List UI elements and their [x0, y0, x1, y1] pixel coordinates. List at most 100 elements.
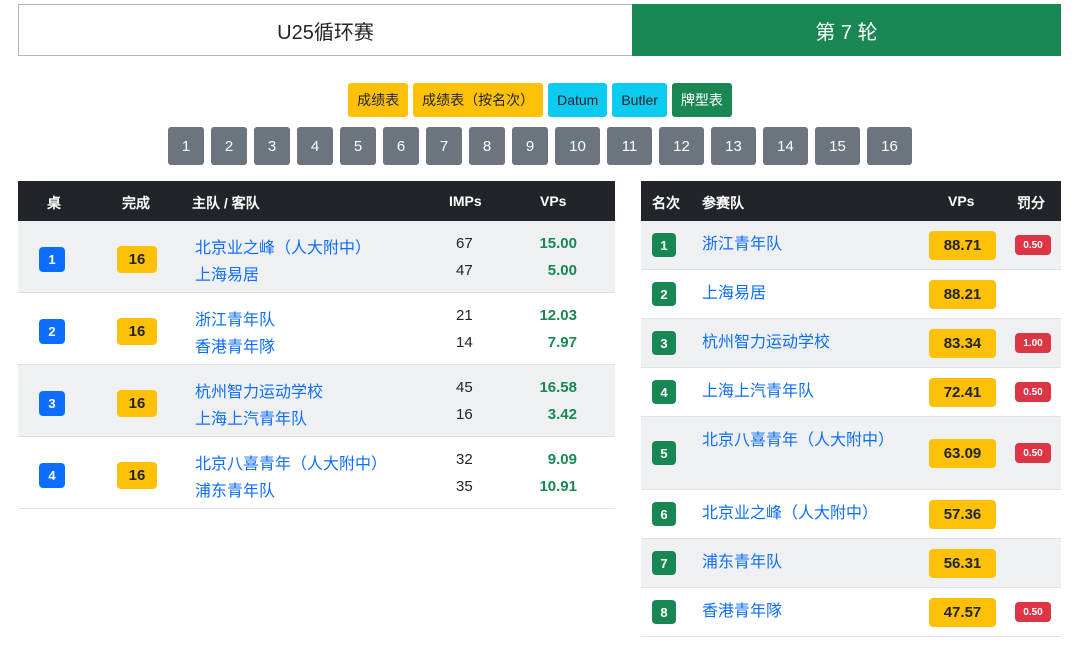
- penalty-badge: 0.50: [1015, 443, 1051, 463]
- standings-table-header: 名次 参赛队 VPs 罚分: [641, 181, 1061, 221]
- vps-badge: 47.57: [929, 598, 996, 627]
- boards-done-badge: 16: [117, 318, 157, 345]
- standings-row: 8 香港青年隊 47.57 0.50: [641, 588, 1061, 637]
- away-team-link[interactable]: 上海上汽青年队: [195, 405, 307, 429]
- standings-row: 5 北京八喜青年（人大附中） 63.09 0.50: [641, 417, 1061, 490]
- board-button-11[interactable]: 11: [607, 127, 652, 165]
- board-button-13[interactable]: 13: [711, 127, 756, 165]
- team-link[interactable]: 香港青年隊: [702, 600, 907, 624]
- scoresheet-button[interactable]: 成绩表: [348, 83, 409, 117]
- team-link[interactable]: 北京业之峰（人大附中）: [702, 502, 907, 526]
- board-button-12[interactable]: 12: [659, 127, 704, 165]
- rank-badge: 2: [652, 282, 676, 306]
- standings-table: 名次 参赛队 VPs 罚分 1 浙江青年队 88.71 0.50 2 上海易居 …: [641, 181, 1061, 637]
- boards-done-badge: 16: [117, 390, 157, 417]
- away-team-link[interactable]: 浦东青年队: [195, 477, 275, 501]
- table-number-badge: 1: [39, 247, 65, 272]
- away-imps: 47: [456, 262, 473, 279]
- report-button-bar: 成绩表 成绩表（按名次） Datum Butler 牌型表: [0, 83, 1080, 117]
- home-team-link[interactable]: 浙江青年队: [195, 306, 275, 330]
- board-button-9[interactable]: 9: [512, 127, 548, 165]
- match-results-table: 桌 完成 主队 / 客队 IMPs VPs 1 16 北京业之峰（人大附中） 上…: [18, 181, 615, 509]
- col-vps: VPs: [540, 193, 567, 209]
- team-link[interactable]: 浙江青年队: [702, 233, 907, 257]
- team-link[interactable]: 杭州智力运动学校: [702, 331, 907, 355]
- standings-row: 4 上海上汽青年队 72.41 0.50: [641, 368, 1061, 417]
- match-table-header: 桌 完成 主队 / 客队 IMPs VPs: [18, 181, 615, 221]
- hand-records-button[interactable]: 牌型表: [671, 83, 732, 117]
- scoresheet-by-rank-button[interactable]: 成绩表（按名次）: [413, 83, 544, 117]
- away-imps: 35: [456, 478, 473, 495]
- rank-badge: 1: [652, 233, 676, 257]
- col-team: 参赛队: [702, 195, 744, 211]
- penalty-badge: 0.50: [1015, 382, 1051, 402]
- vps-badge: 56.31: [929, 549, 996, 578]
- board-button-6[interactable]: 6: [383, 127, 419, 165]
- board-button-14[interactable]: 14: [763, 127, 808, 165]
- rank-badge: 3: [652, 331, 676, 355]
- board-button-7[interactable]: 7: [426, 127, 462, 165]
- standings-row: 3 杭州智力运动学校 83.34 1.00: [641, 319, 1061, 368]
- col-penalty: 罚分: [1017, 195, 1045, 211]
- event-title: U25循环赛: [18, 4, 632, 56]
- page-header: U25循环赛 第 7 轮: [18, 4, 1061, 56]
- away-vps: 5.00: [547, 262, 577, 279]
- board-button-16[interactable]: 16: [867, 127, 912, 165]
- team-link[interactable]: 上海易居: [702, 282, 907, 306]
- penalty-badge: 0.50: [1015, 602, 1051, 622]
- table-row: 4 16 北京八喜青年（人大附中） 浦东青年队 32 35 9.09 10.91: [18, 437, 615, 509]
- penalty-badge: 1.00: [1015, 333, 1051, 353]
- home-team-link[interactable]: 北京业之峰（人大附中）: [195, 234, 371, 258]
- home-vps: 16.58: [539, 379, 577, 396]
- away-team-link[interactable]: 上海易居: [195, 261, 259, 285]
- home-team-link[interactable]: 杭州智力运动学校: [195, 378, 323, 402]
- butler-button[interactable]: Butler: [612, 83, 667, 117]
- col-imps: IMPs: [449, 193, 482, 209]
- col-rank: 名次: [652, 195, 680, 211]
- board-button-2[interactable]: 2: [211, 127, 247, 165]
- vps-badge: 83.34: [929, 329, 996, 358]
- table-number-badge: 2: [39, 319, 65, 344]
- col-table: 桌: [47, 195, 61, 211]
- standings-row: 1 浙江青年队 88.71 0.50: [641, 221, 1061, 270]
- board-button-3[interactable]: 3: [254, 127, 290, 165]
- board-button-15[interactable]: 15: [815, 127, 860, 165]
- home-team-link[interactable]: 北京八喜青年（人大附中）: [195, 450, 387, 474]
- board-button-1[interactable]: 1: [168, 127, 204, 165]
- home-imps: 32: [456, 451, 473, 468]
- table-row: 1 16 北京业之峰（人大附中） 上海易居 67 47 15.00 5.00: [18, 221, 615, 293]
- col-vps: VPs: [948, 193, 975, 209]
- col-done: 完成: [122, 195, 150, 211]
- table-number-badge: 3: [39, 391, 65, 416]
- away-vps: 10.91: [539, 478, 577, 495]
- col-teams: 主队 / 客队: [192, 195, 260, 211]
- table-row: 2 16 浙江青年队 香港青年隊 21 14 12.03 7.97: [18, 293, 615, 365]
- board-button-10[interactable]: 10: [555, 127, 600, 165]
- board-button-5[interactable]: 5: [340, 127, 376, 165]
- rank-badge: 8: [652, 600, 676, 624]
- vps-badge: 63.09: [929, 439, 996, 468]
- table-number-badge: 4: [39, 463, 65, 488]
- standings-row: 2 上海易居 88.21: [641, 270, 1061, 319]
- away-imps: 14: [456, 334, 473, 351]
- rank-badge: 7: [652, 551, 676, 575]
- vps-badge: 88.21: [929, 280, 996, 309]
- board-button-bar: 1 2 3 4 5 6 7 8 9 10 11 12 13 14 15 16: [0, 127, 1080, 165]
- away-vps: 7.97: [547, 334, 577, 351]
- team-link[interactable]: 北京八喜青年（人大附中）: [702, 429, 902, 453]
- datum-button[interactable]: Datum: [548, 83, 608, 117]
- team-link[interactable]: 上海上汽青年队: [702, 380, 907, 404]
- rank-badge: 5: [652, 441, 676, 465]
- vps-badge: 72.41: [929, 378, 996, 407]
- home-imps: 67: [456, 235, 473, 252]
- team-link[interactable]: 浦东青年队: [702, 551, 907, 575]
- home-vps: 15.00: [539, 235, 577, 252]
- rank-badge: 4: [652, 380, 676, 404]
- away-team-link[interactable]: 香港青年隊: [195, 333, 275, 357]
- boards-done-badge: 16: [117, 246, 157, 273]
- home-vps: 9.09: [547, 451, 577, 468]
- penalty-badge: 0.50: [1015, 235, 1051, 255]
- vps-badge: 88.71: [929, 231, 996, 260]
- board-button-4[interactable]: 4: [297, 127, 333, 165]
- board-button-8[interactable]: 8: [469, 127, 505, 165]
